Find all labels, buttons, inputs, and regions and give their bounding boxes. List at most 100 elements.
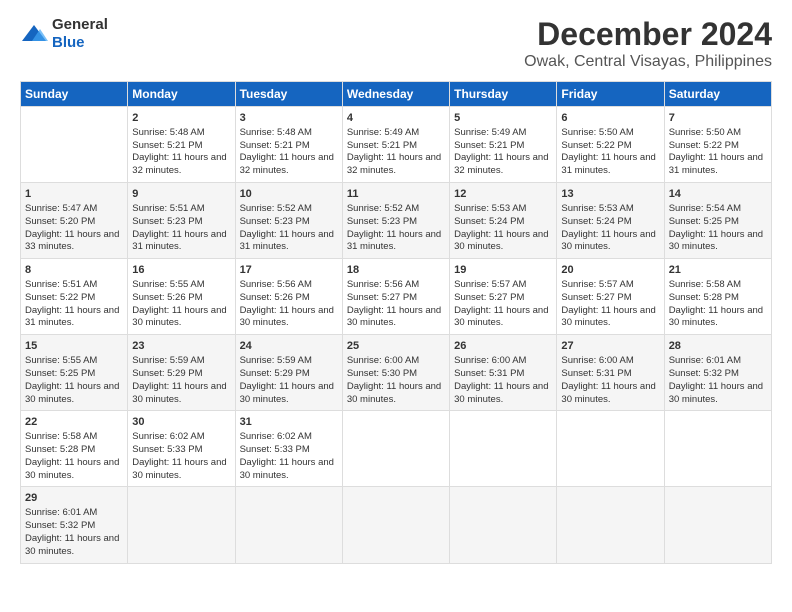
cell-3-3: 17Sunrise: 5:56 AMSunset: 5:26 PMDayligh…: [235, 259, 342, 335]
sunrise: Sunrise: 5:55 AM: [25, 355, 97, 366]
sunset: Sunset: 5:27 PM: [454, 292, 524, 303]
col-tuesday: Tuesday: [235, 82, 342, 107]
daylight: Daylight: 11 hours and 30 minutes.: [25, 533, 119, 557]
daylight: Daylight: 11 hours and 30 minutes.: [669, 229, 763, 253]
cell-5-1: 22Sunrise: 5:58 AMSunset: 5:28 PMDayligh…: [21, 411, 128, 487]
cell-5-2: 30Sunrise: 6:02 AMSunset: 5:33 PMDayligh…: [128, 411, 235, 487]
day-number: 23: [132, 339, 230, 354]
daylight: Daylight: 11 hours and 30 minutes.: [347, 305, 441, 329]
cell-3-1: 8Sunrise: 5:51 AM Sunset: 5:22 PM Daylight…: [21, 259, 128, 335]
daylight: Daylight: 11 hours and 30 minutes.: [25, 381, 119, 405]
day-number: 8: [25, 263, 123, 278]
cell-3-6: 20Sunrise: 5:57 AMSunset: 5:27 PMDayligh…: [557, 259, 664, 335]
page: General Blue December 2024 Owak, Central…: [0, 0, 792, 612]
daylight: Daylight: 11 hours and 30 minutes.: [240, 381, 334, 405]
cell-5-7: [664, 411, 771, 487]
sunset: Sunset: 5:22 PM: [561, 140, 631, 151]
daylight: Daylight: 11 hours and 31 minutes.: [347, 229, 441, 253]
day-number: 16: [132, 263, 230, 278]
day-number: 19: [454, 263, 552, 278]
sunset: Sunset: 5:28 PM: [669, 292, 739, 303]
header: General Blue December 2024 Owak, Central…: [20, 16, 772, 71]
daylight: Daylight: 11 hours and 31 minutes.: [25, 305, 119, 329]
sunset: Sunset: 5:28 PM: [25, 444, 95, 455]
header-row: Sunday Monday Tuesday Wednesday Thursday…: [21, 82, 772, 107]
cell-5-4: [342, 411, 449, 487]
logo-general: General: [52, 16, 108, 33]
daylight: Daylight: 11 hours and 30 minutes.: [132, 381, 226, 405]
cell-5-6: [557, 411, 664, 487]
cell-6-7: [664, 487, 771, 563]
sunset: Sunset: 5:22 PM: [25, 292, 95, 303]
daylight: Daylight: 11 hours and 30 minutes.: [561, 305, 655, 329]
sunrise: Sunrise: 5:59 AM: [132, 355, 204, 366]
daylight: Daylight: 11 hours and 30 minutes.: [240, 457, 334, 481]
sunrise: Sunrise: 5:59 AM: [240, 355, 312, 366]
daylight: Daylight: 11 hours and 31 minutes.: [561, 152, 655, 176]
cell-1-4: 4Sunrise: 5:49 AMSunset: 5:21 PMDaylight…: [342, 107, 449, 183]
sunrise: Sunrise: 5:48 AM: [132, 127, 204, 138]
sunset: Sunset: 5:23 PM: [132, 216, 202, 227]
week-row-3: 8Sunrise: 5:51 AM Sunset: 5:22 PM Daylight…: [21, 259, 772, 335]
sunset: Sunset: 5:33 PM: [132, 444, 202, 455]
col-monday: Monday: [128, 82, 235, 107]
cell-1-5: 5Sunrise: 5:49 AMSunset: 5:21 PMDaylight…: [450, 107, 557, 183]
daylight: Daylight: 11 hours and 30 minutes.: [454, 381, 548, 405]
sunrise: Sunrise: 5:51 AM: [25, 279, 97, 290]
sunrise: Sunrise: 5:55 AM: [132, 279, 204, 290]
sunset: Sunset: 5:25 PM: [25, 368, 95, 379]
cell-6-4: [342, 487, 449, 563]
cell-4-5: 26Sunrise: 6:00 AMSunset: 5:31 PMDayligh…: [450, 335, 557, 411]
sunset: Sunset: 5:21 PM: [347, 140, 417, 151]
cell-1-3: 3Sunrise: 5:48 AMSunset: 5:21 PMDaylight…: [235, 107, 342, 183]
day-number: 14: [669, 187, 767, 202]
daylight: Daylight: 11 hours and 32 minutes.: [240, 152, 334, 176]
sunset: Sunset: 5:25 PM: [669, 216, 739, 227]
daylight: Daylight: 11 hours and 31 minutes.: [132, 229, 226, 253]
sunset: Sunset: 5:27 PM: [347, 292, 417, 303]
cell-5-5: [450, 411, 557, 487]
col-thursday: Thursday: [450, 82, 557, 107]
logo: General Blue: [20, 16, 108, 52]
sunrise: Sunrise: 6:02 AM: [240, 431, 312, 442]
daylight: Daylight: 11 hours and 30 minutes.: [561, 229, 655, 253]
sunset: Sunset: 5:22 PM: [669, 140, 739, 151]
sunset: Sunset: 5:20 PM: [25, 216, 95, 227]
cell-1-2: 2Sunrise: 5:48 AMSunset: 5:21 PMDaylight…: [128, 107, 235, 183]
cell-2-7: 14Sunrise: 5:54 AMSunset: 5:25 PMDayligh…: [664, 183, 771, 259]
subtitle: Owak, Central Visayas, Philippines: [524, 53, 772, 71]
sunrise: Sunrise: 5:53 AM: [454, 203, 526, 214]
day-number: 13: [561, 187, 659, 202]
day-number: 25: [347, 339, 445, 354]
day-number: 9: [132, 187, 230, 202]
sunrise: Sunrise: 5:50 AM: [561, 127, 633, 138]
daylight: Daylight: 11 hours and 30 minutes.: [454, 229, 548, 253]
sunrise: Sunrise: 5:51 AM: [132, 203, 204, 214]
week-row-6: 29Sunrise: 6:01 AMSunset: 5:32 PMDayligh…: [21, 487, 772, 563]
day-number: 1: [25, 187, 123, 202]
day-number: 12: [454, 187, 552, 202]
daylight: Daylight: 11 hours and 30 minutes.: [669, 381, 763, 405]
title-block: December 2024 Owak, Central Visayas, Phi…: [524, 16, 772, 71]
sunset: Sunset: 5:21 PM: [132, 140, 202, 151]
day-number: 29: [25, 491, 123, 506]
day-number: 6: [561, 111, 659, 126]
sunset: Sunset: 5:29 PM: [132, 368, 202, 379]
cell-1-7: 7Sunrise: 5:50 AMSunset: 5:22 PMDaylight…: [664, 107, 771, 183]
sunrise: Sunrise: 6:00 AM: [454, 355, 526, 366]
daylight: Daylight: 11 hours and 30 minutes.: [240, 305, 334, 329]
sunrise: Sunrise: 5:58 AM: [669, 279, 741, 290]
day-number: 5: [454, 111, 552, 126]
sunset: Sunset: 5:23 PM: [347, 216, 417, 227]
week-row-1: 2Sunrise: 5:48 AMSunset: 5:21 PMDaylight…: [21, 107, 772, 183]
sunrise: Sunrise: 5:57 AM: [454, 279, 526, 290]
sunset: Sunset: 5:32 PM: [25, 520, 95, 531]
day-number: 20: [561, 263, 659, 278]
sunset: Sunset: 5:33 PM: [240, 444, 310, 455]
sunrise: Sunrise: 6:00 AM: [347, 355, 419, 366]
sunset: Sunset: 5:26 PM: [240, 292, 310, 303]
sunset: Sunset: 5:26 PM: [132, 292, 202, 303]
sunset: Sunset: 5:24 PM: [454, 216, 524, 227]
cell-4-2: 23Sunrise: 5:59 AM Sunset: 5:29 PM Dayligh…: [128, 335, 235, 411]
sunrise: Sunrise: 5:50 AM: [669, 127, 741, 138]
